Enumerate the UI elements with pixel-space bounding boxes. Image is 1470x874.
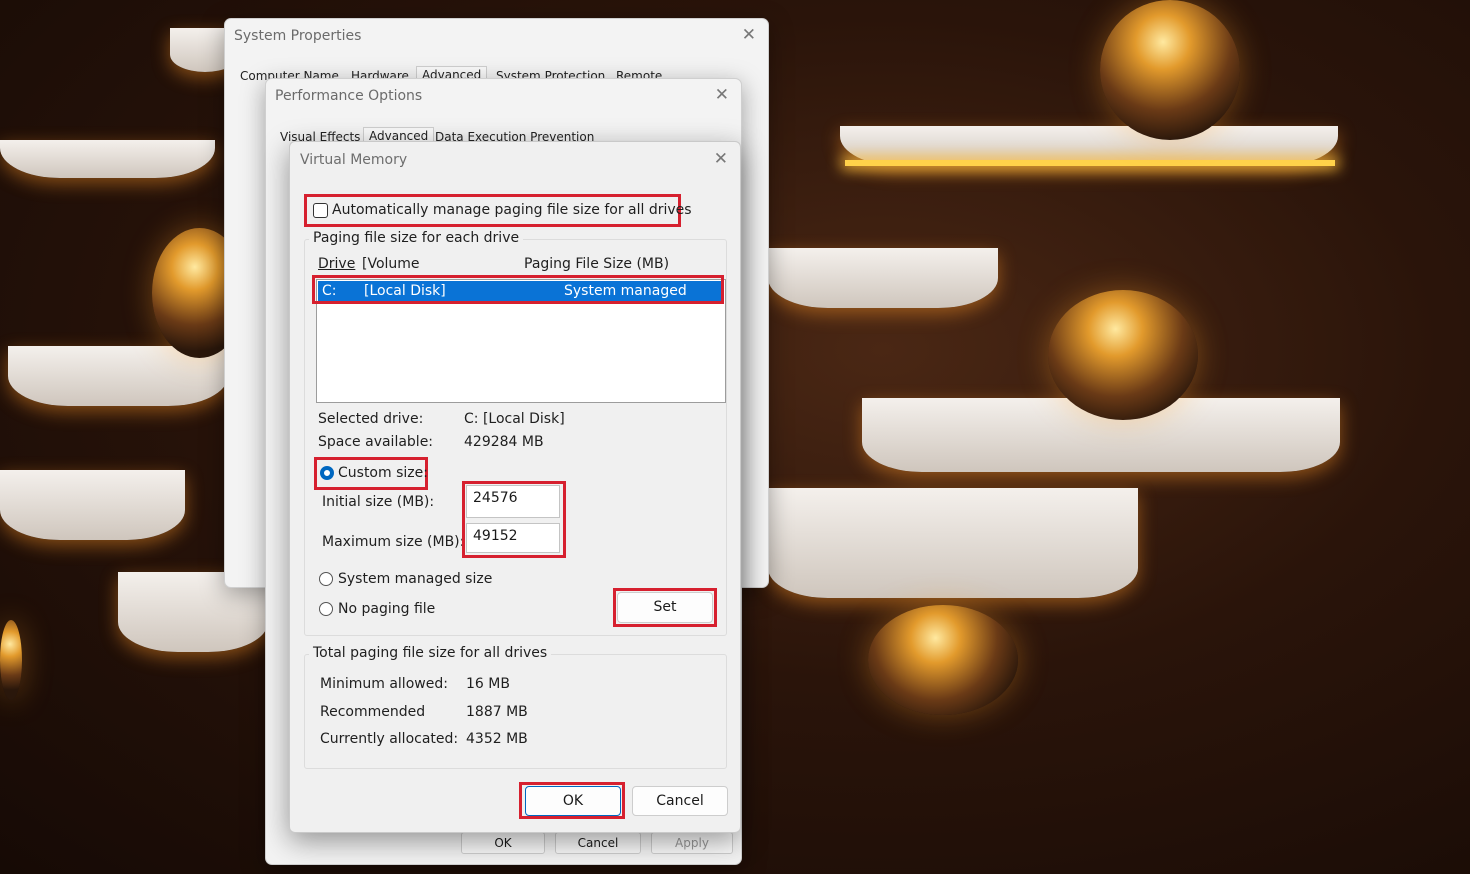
window-title: Virtual Memory <box>300 152 408 168</box>
group-label: Paging file size for each drive <box>309 230 524 246</box>
column-header-size: Paging File Size (MB) <box>524 256 670 272</box>
highlight-box <box>312 275 724 304</box>
no-paging-label: No paging file <box>338 601 436 617</box>
auto-manage-label: Automatically manage paging file size fo… <box>332 202 692 218</box>
wallpaper-orb <box>0 620 22 700</box>
highlight-box <box>613 588 717 627</box>
minimum-allowed-value: 16 MB <box>466 676 510 692</box>
system-managed-label: System managed size <box>338 571 493 587</box>
currently-allocated-label: Currently allocated: <box>320 731 459 747</box>
cancel-button[interactable]: Cancel <box>632 786 728 816</box>
no-paging-radio[interactable] <box>319 602 333 616</box>
minimum-allowed-label: Minimum allowed: <box>320 676 448 692</box>
space-available-value: 429284 MB <box>464 434 544 450</box>
wallpaper-orb <box>1100 0 1240 140</box>
recommended-value: 1887 MB <box>466 704 528 720</box>
custom-size-radio[interactable] <box>320 466 334 480</box>
highlight-box <box>462 481 566 558</box>
wallpaper-orb <box>868 605 1018 715</box>
cancel-button[interactable]: Cancel <box>555 832 641 854</box>
close-icon[interactable]: ✕ <box>715 85 729 105</box>
wallpaper-shelf <box>768 488 1138 598</box>
wallpaper-glow <box>845 160 1335 166</box>
maximum-size-label: Maximum size (MB): <box>322 534 465 550</box>
apply-button[interactable]: Apply <box>651 832 733 854</box>
auto-manage-checkbox[interactable] <box>313 203 328 218</box>
selected-drive-label: Selected drive: <box>318 411 424 427</box>
initial-size-label: Initial size (MB): <box>322 494 435 510</box>
virtual-memory-dialog: Virtual Memory ✕ Automatically manage pa… <box>289 141 741 833</box>
wallpaper-orb <box>1048 290 1198 420</box>
system-managed-radio[interactable] <box>319 572 333 586</box>
custom-size-label: Custom size: <box>338 465 428 481</box>
wallpaper-shelf <box>768 248 998 308</box>
close-icon[interactable]: ✕ <box>742 25 756 45</box>
window-title: Performance Options <box>275 88 423 104</box>
wallpaper-shelf <box>0 470 185 540</box>
currently-allocated-value: 4352 MB <box>466 731 528 747</box>
column-header-volume: [Volume <box>362 256 420 272</box>
wallpaper-shelf <box>0 140 215 178</box>
window-title: System Properties <box>234 28 362 44</box>
highlight-box <box>519 782 625 819</box>
recommended-label: Recommended <box>320 704 426 720</box>
group-label: Total paging file size for all drives <box>309 645 552 661</box>
close-icon[interactable]: ✕ <box>714 149 728 169</box>
ok-button[interactable]: OK <box>461 832 545 854</box>
space-available-label: Space available: <box>318 434 434 450</box>
selected-drive-value: C: [Local Disk] <box>464 411 565 427</box>
column-header-drive: Drive <box>318 256 356 272</box>
